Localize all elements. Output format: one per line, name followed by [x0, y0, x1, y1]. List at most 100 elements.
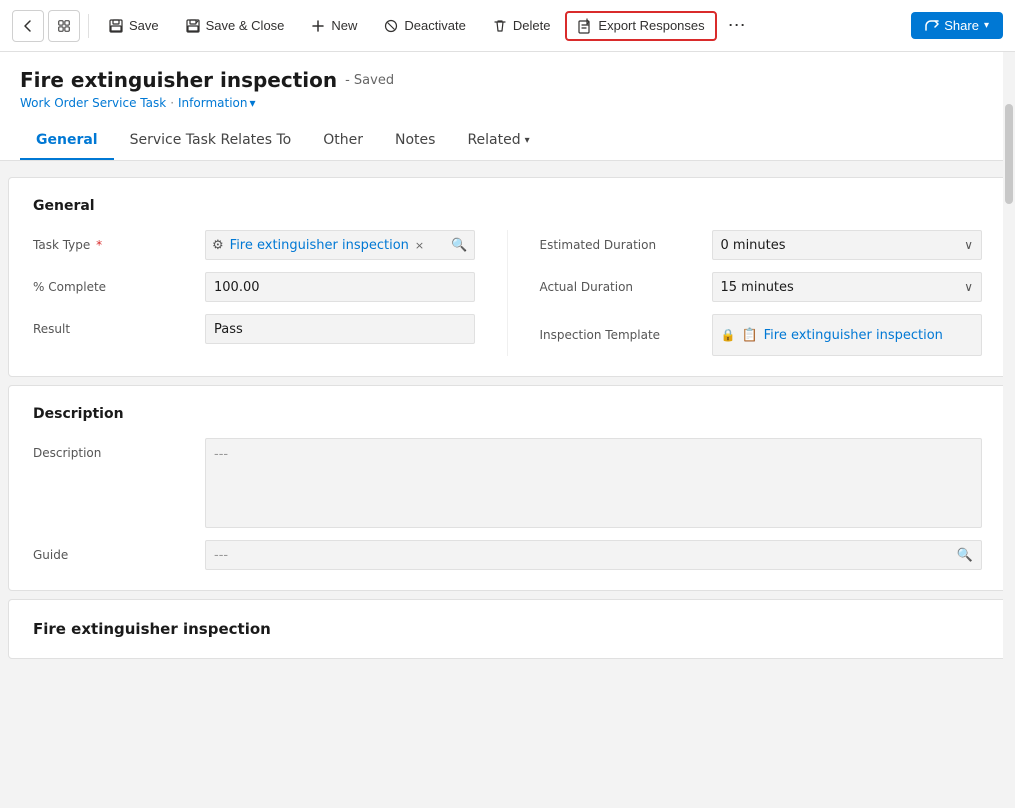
result-label: Result	[33, 322, 193, 336]
tab-service-task-label: Service Task Relates To	[130, 132, 292, 148]
task-type-label: Task Type *	[33, 238, 193, 252]
divider-1	[88, 14, 89, 38]
task-type-row: Task Type * ⚙ Fire extinguisher inspecti…	[33, 230, 475, 260]
header-card: Fire extinguisher inspection - Saved Wor…	[0, 52, 1015, 161]
description-placeholder: ---	[214, 447, 228, 462]
scrollbar-track	[1003, 169, 1015, 667]
share-label: Share	[944, 18, 979, 33]
guide-search-icon[interactable]: 🔍	[957, 548, 973, 563]
deactivate-button[interactable]: Deactivate	[372, 12, 476, 40]
task-type-input[interactable]: ⚙ Fire extinguisher inspection × 🔍	[205, 230, 475, 260]
task-type-search-icon[interactable]: 🔍	[451, 238, 467, 253]
percent-complete-row: % Complete 100.00	[33, 272, 475, 302]
delete-icon	[492, 18, 508, 34]
inspection-template-row: Inspection Template 🔒 📋 Fire extinguishe…	[540, 314, 983, 356]
tab-related[interactable]: Related ▾	[451, 122, 545, 160]
export-responses-label: Export Responses	[598, 18, 704, 33]
task-type-remove[interactable]: ×	[415, 239, 424, 252]
scroll-area[interactable]: General Task Type * ⚙ Fire extinguisher	[0, 169, 1015, 667]
estimated-duration-value: 0 minutes	[721, 238, 786, 253]
more-options-button[interactable]: ⋯	[721, 10, 753, 42]
deactivate-label: Deactivate	[404, 18, 465, 33]
inspection-template-label: Inspection Template	[540, 328, 700, 342]
tab-related-dropdown-icon: ▾	[525, 135, 530, 146]
result-value[interactable]: Pass	[205, 314, 475, 344]
guide-input[interactable]: --- 🔍	[205, 540, 982, 570]
save-button[interactable]: Save	[97, 12, 170, 40]
save-icon	[108, 18, 124, 34]
tab-notes-label: Notes	[395, 132, 435, 148]
lock-icon: 🔒	[721, 328, 736, 342]
task-type-required: *	[96, 238, 102, 252]
general-form-grid: Task Type * ⚙ Fire extinguisher inspecti…	[33, 230, 982, 356]
inspection-section: Fire extinguisher inspection	[8, 599, 1007, 659]
actual-duration-dropdown[interactable]: 15 minutes ∨	[712, 272, 983, 302]
tab-bar: General Service Task Relates To Other No…	[20, 122, 995, 160]
back-button[interactable]	[12, 10, 44, 42]
window-button[interactable]	[48, 10, 80, 42]
percent-complete-label: % Complete	[33, 280, 193, 294]
new-label: New	[331, 18, 357, 33]
actual-duration-value: 15 minutes	[721, 280, 794, 295]
breadcrumb-dropdown-icon: ▾	[249, 96, 255, 110]
general-left-col: Task Type * ⚙ Fire extinguisher inspecti…	[33, 230, 508, 356]
scrollbar-thumb[interactable]	[1005, 169, 1013, 204]
tab-related-label: Related	[467, 132, 520, 148]
save-close-button[interactable]: Save & Close	[174, 12, 296, 40]
description-label: Description	[33, 438, 193, 460]
new-button[interactable]: New	[299, 12, 368, 40]
export-icon	[577, 18, 593, 34]
estimated-duration-label: Estimated Duration	[540, 238, 700, 252]
estimated-duration-row: Estimated Duration 0 minutes ∨	[540, 230, 983, 260]
result-row: Result Pass	[33, 314, 475, 344]
tab-general-label: General	[36, 132, 98, 148]
save-close-icon	[185, 18, 201, 34]
estimated-duration-dropdown[interactable]: 0 minutes ∨	[712, 230, 983, 260]
description-section: Description Description --- Guide --- 🔍	[8, 385, 1007, 591]
save-close-label: Save & Close	[206, 18, 285, 33]
guide-row: Guide --- 🔍	[33, 540, 982, 570]
estimated-duration-chevron: ∨	[964, 238, 973, 252]
saved-status: - Saved	[345, 73, 394, 88]
new-icon	[310, 18, 326, 34]
breadcrumb-information[interactable]: Information ▾	[178, 96, 256, 110]
breadcrumb: Work Order Service Task · Information ▾	[20, 96, 995, 110]
delete-label: Delete	[513, 18, 551, 33]
inspection-section-title: Fire extinguisher inspection	[33, 620, 982, 638]
task-type-value: Fire extinguisher inspection	[230, 238, 409, 253]
actual-duration-label: Actual Duration	[540, 280, 700, 294]
tab-other-label: Other	[323, 132, 363, 148]
main-content: Fire extinguisher inspection - Saved Wor…	[0, 52, 1015, 667]
back-icon	[20, 18, 36, 34]
breadcrumb-part2-label: Information	[178, 96, 247, 110]
more-icon: ⋯	[728, 15, 746, 36]
description-section-title: Description	[33, 406, 982, 422]
toolbar: Save Save & Close New Deactivate Delete	[0, 0, 1015, 52]
share-dropdown-icon: ▾	[984, 20, 989, 31]
general-section: General Task Type * ⚙ Fire extinguisher	[8, 177, 1007, 377]
inspection-template-link[interactable]: Fire extinguisher inspection	[764, 320, 973, 350]
description-input-container: ---	[205, 438, 982, 528]
export-responses-button[interactable]: Export Responses	[565, 11, 716, 41]
actual-duration-row: Actual Duration 15 minutes ∨	[540, 272, 983, 302]
percent-complete-value[interactable]: 100.00	[205, 272, 475, 302]
description-input[interactable]: ---	[205, 438, 982, 528]
general-section-title: General	[33, 198, 982, 214]
breadcrumb-workorder[interactable]: Work Order Service Task	[20, 96, 166, 110]
tab-notes[interactable]: Notes	[379, 122, 451, 160]
save-label: Save	[129, 18, 159, 33]
task-type-icon: ⚙	[212, 238, 224, 253]
task-type-tag[interactable]: Fire extinguisher inspection	[230, 238, 409, 253]
record-title-row: Fire extinguisher inspection - Saved	[20, 68, 995, 92]
share-button[interactable]: Share ▾	[911, 12, 1003, 39]
general-right-col: Estimated Duration 0 minutes ∨ Actual Du…	[508, 230, 983, 356]
tab-other[interactable]: Other	[307, 122, 379, 160]
guide-label: Guide	[33, 548, 193, 562]
delete-button[interactable]: Delete	[481, 12, 562, 40]
guide-value: ---	[214, 548, 228, 563]
tab-general[interactable]: General	[20, 122, 114, 160]
deactivate-icon	[383, 18, 399, 34]
tab-service-task-relates-to[interactable]: Service Task Relates To	[114, 122, 308, 160]
share-icon	[925, 19, 939, 33]
inspection-template-icon: 📋	[741, 328, 757, 343]
